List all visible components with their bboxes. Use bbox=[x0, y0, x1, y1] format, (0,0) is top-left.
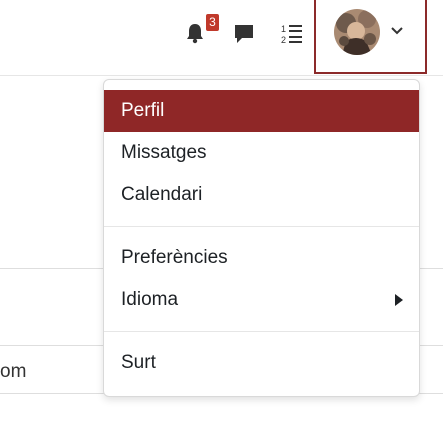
notification-count-badge: 3 bbox=[206, 14, 219, 31]
user-dropdown-menu: Perfil Missatges Calendari Preferències … bbox=[103, 79, 420, 397]
navbar: 3 1 2 bbox=[0, 0, 443, 76]
avatar bbox=[334, 9, 380, 55]
menu-divider bbox=[104, 226, 419, 227]
caret-right-icon bbox=[395, 294, 403, 306]
chevron-down-icon bbox=[390, 24, 404, 43]
menu-item-label: Surt bbox=[121, 352, 156, 373]
menu-item-label: Preferències bbox=[121, 247, 228, 268]
svg-text:1: 1 bbox=[281, 24, 286, 34]
menu-divider bbox=[104, 331, 419, 332]
menu-item-profile[interactable]: Perfil bbox=[104, 90, 419, 132]
menu-item-calendar[interactable]: Calendari bbox=[104, 174, 419, 216]
menu-item-label: Perfil bbox=[121, 100, 165, 121]
menu-item-label: Calendari bbox=[121, 184, 203, 205]
background-text: om bbox=[0, 361, 27, 382]
user-menu-toggle[interactable] bbox=[314, 0, 427, 74]
ordered-list-icon[interactable]: 1 2 bbox=[280, 22, 304, 46]
menu-item-logout[interactable]: Surt bbox=[104, 342, 419, 384]
chat-bubble-icon[interactable] bbox=[232, 22, 256, 46]
menu-item-label: Missatges bbox=[121, 142, 207, 163]
menu-item-preferences[interactable]: Preferències bbox=[104, 237, 419, 279]
bell-icon[interactable] bbox=[184, 22, 206, 44]
menu-item-messages[interactable]: Missatges bbox=[104, 132, 419, 174]
menu-item-language[interactable]: Idioma bbox=[104, 279, 419, 321]
svg-text:2: 2 bbox=[281, 35, 286, 45]
menu-item-label: Idioma bbox=[121, 289, 179, 310]
